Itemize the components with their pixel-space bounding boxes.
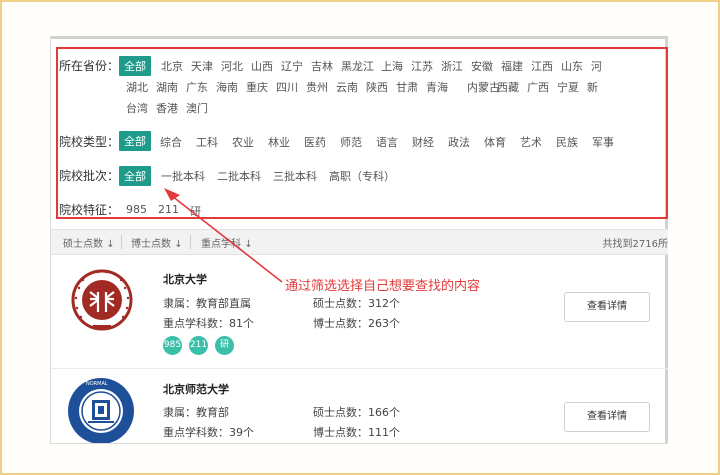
- annotation-arrow: [164, 188, 283, 283]
- annotation-text: 通过筛选选择自己想要查找的内容: [285, 279, 481, 294]
